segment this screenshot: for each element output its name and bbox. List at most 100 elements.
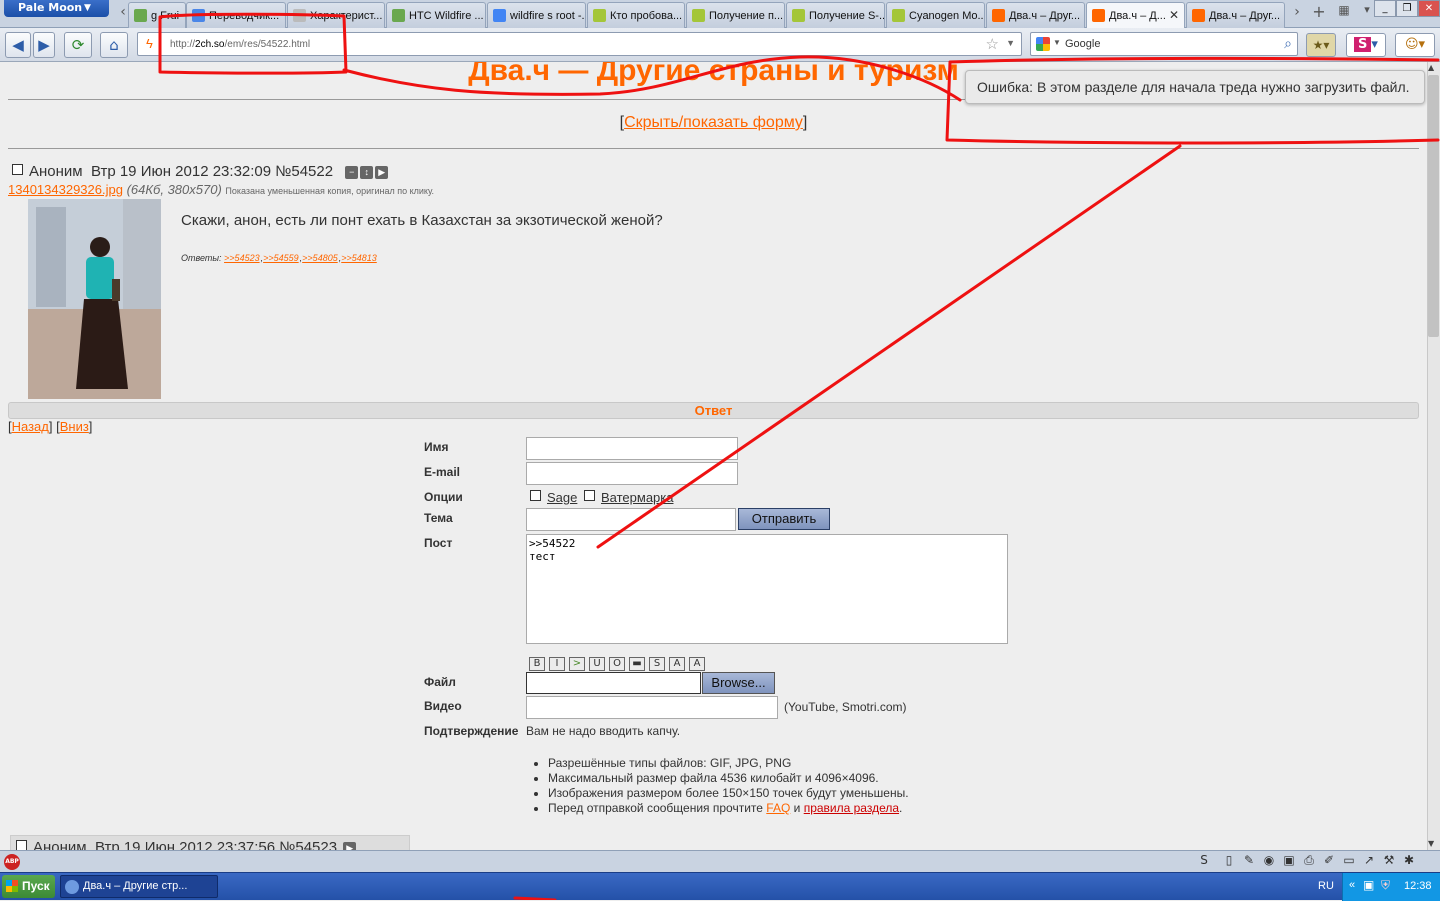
tab[interactable]: wildfire s root -...	[487, 2, 586, 28]
adblock-icon[interactable]: ABP	[4, 854, 20, 870]
skype-icon[interactable]: S	[1196, 853, 1212, 867]
overline-format-icon[interactable]: O	[609, 657, 625, 671]
app-menu-button[interactable]: Pale Moon	[4, 0, 109, 17]
all-tabs-icon[interactable]: ▾	[1360, 3, 1374, 16]
note-icon[interactable]: ▭	[1341, 853, 1357, 867]
chart-icon[interactable]: ↗	[1361, 853, 1377, 867]
post-number[interactable]: №54522	[275, 163, 333, 180]
site-favicon-icon: ϟ	[146, 36, 153, 51]
subject-input[interactable]	[526, 508, 736, 531]
spoiler-format-icon[interactable]: ▬	[629, 657, 645, 671]
bookmarks-menu-icon[interactable]: ★▾	[1306, 33, 1336, 57]
close-window-icon[interactable]: ✕	[1418, 0, 1440, 17]
back-icon[interactable]: ◀	[5, 32, 31, 58]
search-icon[interactable]: ⌕	[1284, 35, 1292, 52]
reload-icon[interactable]: ⟳	[64, 32, 92, 58]
tab[interactable]: g Frui	[128, 2, 186, 28]
watermark-checkbox[interactable]	[584, 490, 595, 501]
antivirus-icon[interactable]: ⛨	[1381, 878, 1390, 893]
start-button[interactable]: Пуск	[2, 875, 55, 898]
close-tab-icon[interactable]: ✕	[1169, 8, 1179, 22]
scroll-down-icon[interactable]: ▼	[1428, 839, 1434, 848]
post-image-thumbnail[interactable]	[28, 199, 161, 399]
video-input[interactable]	[526, 696, 778, 719]
forward-icon[interactable]: ▶	[33, 32, 55, 58]
expand-post-icon[interactable]: ↕	[360, 166, 374, 179]
search-bar[interactable]: ▼ Google ⌕	[1030, 32, 1298, 56]
url-dropdown-icon[interactable]: ▼	[1006, 38, 1015, 48]
scroll-up-icon[interactable]: ▲	[1428, 63, 1434, 72]
reply-link[interactable]: >>54813	[341, 253, 377, 263]
language-indicator[interactable]: RU	[1318, 880, 1334, 892]
tab[interactable]: Кто пробова...	[587, 2, 685, 28]
strike-format-icon[interactable]: S	[649, 657, 665, 671]
tab-label: Переводчик...	[209, 10, 280, 22]
tab[interactable]: Два.ч – Д... ✕	[1086, 2, 1185, 28]
minimize-icon[interactable]: _	[1374, 0, 1396, 17]
post-select-checkbox[interactable]	[16, 840, 27, 850]
tools-icon[interactable]: ⚒	[1381, 853, 1397, 867]
tab-scroll-right-icon[interactable]: ›	[1290, 4, 1304, 20]
post-replies: Ответы: >>54523,>>54559,>>54805,>>54813	[181, 253, 377, 263]
back-link[interactable]: Назад	[12, 419, 49, 434]
superscript-format-icon[interactable]: A	[669, 657, 685, 671]
tray-expand-icon[interactable]: «	[1349, 879, 1355, 891]
new-tab-icon[interactable]: +	[1312, 2, 1326, 21]
page-icon[interactable]: ▯	[1221, 853, 1237, 867]
reply-link[interactable]: >>54559	[263, 253, 299, 263]
taskbar-window-button[interactable]: Два.ч – Другие стр...	[60, 875, 218, 898]
reply-link[interactable]: >>54523	[224, 253, 260, 263]
email-input[interactable]	[526, 462, 738, 485]
tab-groups-icon[interactable]: ▦	[1337, 3, 1351, 17]
post-textarea[interactable]	[526, 534, 1008, 644]
addon-s-icon[interactable]: S ▾	[1346, 33, 1386, 57]
browse-button[interactable]: Browse...	[702, 672, 775, 694]
pencil-icon[interactable]: ✎	[1241, 853, 1257, 867]
settings-icon[interactable]: ✱	[1401, 853, 1417, 867]
screenshot-icon[interactable]: ◉	[1261, 853, 1277, 867]
tab[interactable]: Получение п...	[686, 2, 785, 28]
reply-link[interactable]: >>54805	[302, 253, 338, 263]
edit-icon[interactable]: ✐	[1321, 853, 1337, 867]
tab[interactable]: Получение S-...	[786, 2, 885, 28]
subscript-format-icon[interactable]: A	[689, 657, 705, 671]
file-link[interactable]: 1340134329326.jpg	[8, 182, 123, 197]
post-select-checkbox[interactable]	[12, 164, 23, 175]
down-link[interactable]: Вниз	[60, 419, 89, 434]
toggle-form-link[interactable]: Скрыть/показать форму	[624, 114, 803, 131]
board-rules-link[interactable]: правила раздела	[804, 801, 899, 815]
network-icon[interactable]: ▣	[1363, 878, 1374, 892]
address-bar[interactable]: ϟ http://2ch.so/em/res/54522.html ☆ ▼	[137, 32, 1022, 56]
sage-checkbox[interactable]	[530, 490, 541, 501]
post-arrow-icon[interactable]: ▶	[375, 166, 389, 179]
tab[interactable]: Характерист...	[287, 2, 385, 28]
error-tooltip: Ошибка: В этом разделе для начала треда …	[965, 70, 1425, 104]
tab[interactable]: Переводчик...	[186, 2, 286, 28]
bookmark-star-icon[interactable]: ☆	[986, 35, 999, 53]
greasemonkey-icon[interactable]: ☺▾	[1395, 33, 1435, 57]
save-icon[interactable]: ▣	[1281, 853, 1297, 867]
hide-post-icon[interactable]: −	[345, 166, 359, 179]
underline-format-icon[interactable]: U	[589, 657, 605, 671]
watermark-label: Ватермарка	[601, 490, 674, 505]
tab[interactable]: Два.ч – Друг...	[986, 2, 1085, 28]
faq-link[interactable]: FAQ	[766, 801, 790, 815]
scrollbar-thumb[interactable]	[1428, 75, 1439, 337]
home-icon[interactable]: ⌂	[100, 32, 128, 58]
search-engine-dropdown-icon[interactable]: ▼	[1053, 38, 1061, 47]
bold-format-icon[interactable]: B	[529, 657, 545, 671]
name-input[interactable]	[526, 437, 738, 460]
post-author: Аноним	[29, 163, 83, 180]
post-arrow-icon[interactable]: ▶	[343, 842, 357, 850]
print-icon[interactable]: ⎙	[1301, 853, 1317, 868]
submit-button[interactable]: Отправить	[738, 508, 830, 530]
italic-format-icon[interactable]: I	[549, 657, 565, 671]
file-input[interactable]	[526, 672, 701, 694]
windows-logo-icon	[6, 880, 18, 892]
quote-format-icon[interactable]: >	[569, 657, 585, 671]
tab[interactable]: Два.ч – Друг...	[1186, 2, 1285, 28]
post-header: Аноним Втр 19 Июн 2012 23:32:09 №54522 −…	[12, 163, 389, 180]
maximize-icon[interactable]: ❐	[1396, 0, 1418, 17]
tab[interactable]: HTC Wildfire ...	[386, 2, 486, 28]
tab[interactable]: Cyanogen Mo...	[886, 2, 985, 28]
